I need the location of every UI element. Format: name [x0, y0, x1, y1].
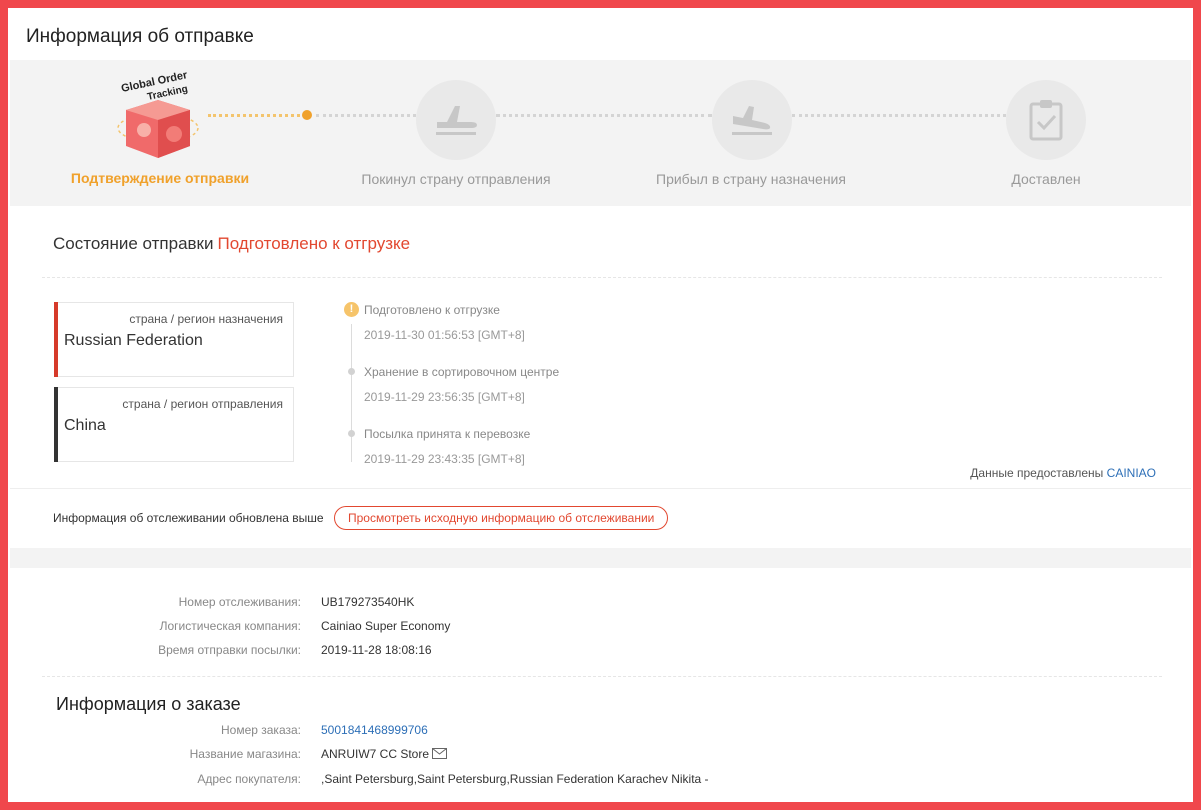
divider: [42, 277, 1162, 278]
carrier-label: Логистическая компания:: [159, 619, 301, 633]
timeline-alert-icon: !: [344, 302, 359, 317]
store-name: ANRUIW7 CC Store: [321, 747, 448, 762]
clipboard-check-icon: [1029, 100, 1063, 141]
plane-takeoff-icon: [436, 106, 477, 135]
origin-caption: страна / регион отправления: [122, 397, 283, 411]
order-info-title: Информация о заказе: [56, 694, 241, 714]
timeline-event-text: Хранение в сортировочном центре: [364, 365, 560, 379]
step-label-confirmed: Подтверждение отправки: [70, 170, 250, 186]
order-number-label: Номер заказа:: [220, 723, 301, 737]
data-provider: Данные предоставлены CAINIAO: [970, 466, 1156, 480]
global-order-tracking-logo: Global Order Tracking: [106, 68, 216, 168]
timeline-event-time: 2019-11-29 23:56:35 [GMT+8]: [364, 390, 525, 404]
timeline-event-time: 2019-11-29 23:43:35 [GMT+8]: [364, 452, 525, 466]
divider: [42, 676, 1162, 677]
store-name-value[interactable]: ANRUIW7 CC Store: [321, 747, 429, 761]
carrier-value: Cainiao Super Economy: [321, 619, 451, 633]
timeline-event-text: Посылка принята к перевозке: [364, 427, 531, 441]
provider-label: Данные предоставлены: [970, 466, 1104, 480]
mail-icon[interactable]: [432, 747, 448, 762]
view-original-tracking-button[interactable]: Просмотреть исходную информацию об отсле…: [334, 506, 669, 530]
status-label: Состояние отправки: [53, 234, 214, 253]
provider-link[interactable]: CAINIAO: [1107, 466, 1156, 480]
buyer-address-value: ,Saint Petersburg,Saint Petersburg,Russi…: [321, 772, 709, 786]
current-step-dot: [302, 110, 312, 120]
destination-country-name: Russian Federation: [64, 332, 203, 349]
tracking-updated-label: Информация об отслеживании обновлена выш…: [53, 511, 324, 525]
tracking-number-value: UB179273540HK: [321, 595, 415, 609]
sent-time-value: 2019-11-28 18:08:16: [321, 643, 432, 657]
screenshot-frame: Информация об отправке Подтверждение отп…: [0, 0, 1201, 810]
origin-country-name: China: [64, 417, 106, 434]
step-label-delivered: Доставлен: [1011, 171, 1081, 187]
step-arrived-destination-circle: [712, 80, 792, 160]
step-label-arrived: Прибыл в страну назначения: [656, 171, 846, 187]
origin-accent-bar: [54, 387, 58, 462]
progress-connector: [496, 114, 712, 117]
timeline-dot: [348, 430, 355, 437]
sent-time-label: Время отправки посылки:: [158, 643, 301, 657]
plane-landing-icon: [732, 106, 772, 135]
timeline-line: [351, 324, 352, 462]
destination-country-card: страна / регион назначения Russian Feder…: [54, 302, 294, 377]
divider: [10, 488, 1191, 489]
store-name-label: Название магазина:: [189, 747, 301, 761]
timeline-dot: [348, 368, 355, 375]
destination-caption: страна / регион назначения: [129, 312, 283, 326]
order-number-link[interactable]: 5001841468999706: [321, 723, 428, 737]
timeline-event-text: Подготовлено к отгрузке: [364, 303, 500, 317]
tracking-number-label: Номер отслеживания:: [178, 595, 301, 609]
section-separator: [10, 548, 1191, 568]
progress-connector-done: [208, 114, 306, 117]
timeline-event-time: 2019-11-30 01:56:53 [GMT+8]: [364, 328, 525, 342]
status-value: Подготовлено к отгрузке: [217, 234, 411, 253]
destination-accent-bar: [54, 302, 58, 377]
page-title: Информация об отправке: [26, 26, 254, 47]
shipment-status: Состояние отправки Подготовлено к отгрузк…: [53, 234, 410, 254]
tracking-page: Информация об отправке Подтверждение отп…: [8, 8, 1193, 802]
progress-connector: [792, 114, 1006, 117]
step-delivered-circle: [1006, 80, 1086, 160]
step-left-origin-circle: [416, 80, 496, 160]
step-label-left-origin: Покинул страну отправления: [361, 171, 551, 187]
progress-connector: [316, 114, 416, 117]
buyer-address-label: Адрес покупателя:: [197, 772, 301, 786]
origin-country-card: страна / регион отправления China: [54, 387, 294, 462]
